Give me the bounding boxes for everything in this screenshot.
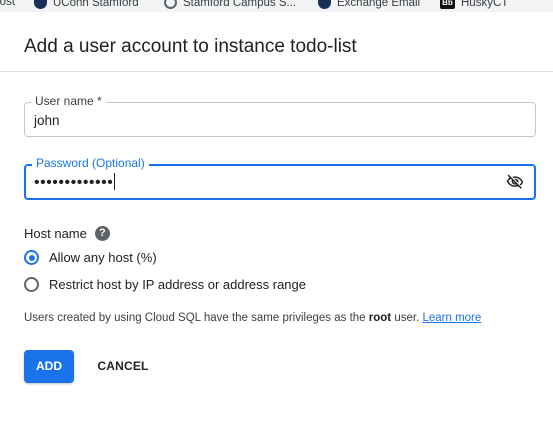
bookmark-label: HuskyCT [461, 0, 509, 9]
password-field[interactable]: Password (Optional) ••••••••••••• [24, 156, 536, 200]
bookmark-label: Post [0, 0, 16, 8]
info-prefix: Users created by using Cloud SQL have th… [24, 312, 366, 324]
radio-label: Allow any host (%) [49, 250, 157, 265]
uconn-icon [34, 0, 47, 9]
host-name-heading: Host name ? [24, 226, 110, 241]
bookmark-label: Stamford Campus S... [183, 0, 297, 9]
text-caret [114, 173, 116, 190]
bookmark-label: UConn Stamford [53, 0, 139, 9]
bookmark-uconn-stamford[interactable]: UConn Stamford [34, 0, 139, 9]
radio-label: Restrict host by IP address or address r… [49, 277, 306, 292]
username-input[interactable]: john [34, 113, 60, 128]
blackboard-icon: Bb [440, 0, 455, 9]
help-icon[interactable]: ? [94, 226, 110, 241]
radio-checked-icon[interactable] [24, 250, 39, 265]
radio-allow-any-host[interactable]: Allow any host (%) [24, 250, 157, 265]
username-field[interactable]: User name * john [24, 94, 536, 137]
password-label: Password (Optional) [32, 156, 149, 170]
bookmarks-bar: Post UConn Stamford Stamford Campus S...… [0, 0, 553, 12]
add-button[interactable]: ADD [24, 350, 74, 383]
dialog-header: Add a user account to instance todo-list [0, 12, 553, 72]
bookmark-stamford-campus[interactable]: Stamford Campus S... [164, 0, 296, 9]
info-root: root [368, 312, 392, 324]
password-input[interactable]: ••••••••••••• [34, 173, 116, 192]
bookmark-label: Exchange Email [337, 0, 421, 9]
bookmark-huskyct[interactable]: Bb HuskyCT [440, 0, 508, 9]
radio-restrict-host[interactable]: Restrict host by IP address or address r… [24, 277, 306, 292]
globe-icon [164, 0, 177, 9]
page-title: Add a user account to instance todo-list [24, 36, 357, 57]
password-dots: ••••••••••••• [34, 174, 114, 191]
bookmark-exchange-email[interactable]: Exchange Email [318, 0, 420, 9]
bookmark-post[interactable]: Post [0, 0, 15, 8]
cancel-button[interactable]: CANCEL [90, 350, 156, 383]
uconn-icon [318, 0, 331, 9]
privileges-note: Users created by using Cloud SQL have th… [24, 312, 481, 324]
visibility-off-icon[interactable] [506, 173, 524, 191]
username-label: User name * [31, 94, 106, 108]
learn-more-link[interactable]: Learn more [422, 312, 481, 324]
radio-unchecked-icon[interactable] [24, 277, 39, 292]
info-suffix: user. [394, 312, 420, 324]
host-name-label: Host name [24, 226, 87, 241]
